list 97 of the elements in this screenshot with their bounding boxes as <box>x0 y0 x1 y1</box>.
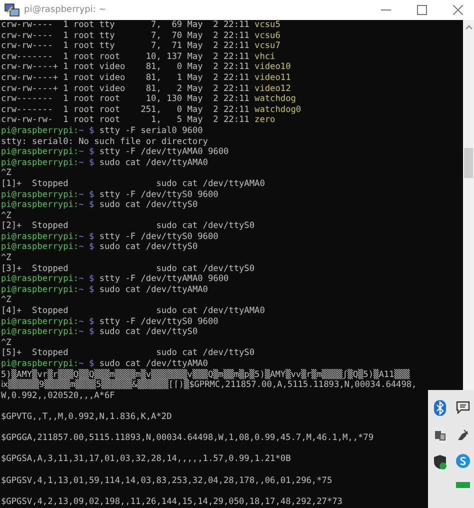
terminal-line: $GPGSV,4,1,13,01,59,114,14,03,83,253,32,04,28,178,,06,01,296,*75 <box>1 476 332 486</box>
prompt-path: ~ <box>78 359 84 369</box>
terminal-line: crw------- 1 root root 10, 130 May 2 22:11 <box>1 94 250 104</box>
terminal-line: ^Z <box>1 295 12 306</box>
prompt-user: pi@raspberrypi: <box>1 200 79 210</box>
prompt-path: ~ <box>78 190 84 200</box>
prompt-path: ~ <box>78 242 84 252</box>
prompt-symbol: $ <box>88 274 94 284</box>
file-name: zero <box>254 115 276 126</box>
terminal-line: $GPGSV,4,2,13,09,02,198,,11,26,144,15,14,29,050,18,17,48,292,27*73 <box>1 496 342 507</box>
prompt-path: ~ <box>78 232 84 242</box>
command-text: stty -F /dev/ttyAMA0 9600 <box>99 274 229 284</box>
prompt-symbol: $ <box>88 242 94 252</box>
shield-icon[interactable] <box>432 454 446 470</box>
window-title: pi@raspberrypi: ~ <box>24 5 106 15</box>
command-text: stty -F /dev/ttyS0 9600 <box>99 316 218 327</box>
prompt-path: ~ <box>78 327 84 338</box>
prompt-symbol: $ <box>88 232 94 242</box>
file-name: watchdog0 <box>254 104 302 115</box>
command-text: stty -F serial0 9600 <box>99 126 203 136</box>
terminal-line: [4]+ Stopped sudo cat /dev/ttyAMA0 <box>1 306 265 316</box>
prompt-user: pi@raspberrypi: <box>1 359 79 369</box>
file-name: vcsu5 <box>254 20 280 30</box>
command-text: sudo cat /dev/ttyAMA0 <box>99 158 208 168</box>
prompt-symbol: $ <box>88 327 94 338</box>
file-name: video11 <box>254 72 291 83</box>
command-text: sudo cat /dev/ttyS0 <box>99 327 198 338</box>
file-name: watchdog <box>254 94 296 104</box>
maximize-icon[interactable] <box>417 5 427 15</box>
prompt-path: ~ <box>78 126 84 136</box>
prompt-user: pi@raspberrypi: <box>1 242 79 252</box>
prompt-user: pi@raspberrypi: <box>1 316 79 327</box>
command-text: sudo cat /dev/ttyS0 <box>99 200 198 210</box>
terminal-line: 5)▒AMY▒vr▒r▒▒▒Q▒▒Q▒▒▒m▒▒▒▒m▒v▒▒▒▒▒▒▒v▒▒▒Q▒m▒▒m▒p▒5)▒AMY▒vv▒r▒m▒▒▒▒ʃ▒Q▒5)▒A11▒▒▒ <box>1 370 410 380</box>
terminal-line: $GPGGA,211857.00,5115.11893,N,00034.64498,W,1,08,0.99,45.7,M,46.1,M,,*79 <box>1 433 374 444</box>
file-name: vhci <box>254 52 276 62</box>
terminal-line: ^Z <box>1 253 12 264</box>
prompt-symbol: $ <box>88 359 94 369</box>
terminal-line: crw-rw----+ 1 root video 81, 0 May 2 22:11 <box>1 62 250 72</box>
terminal-line: [2]+ Stopped sudo cat /dev/ttyS0 <box>1 221 255 232</box>
file-name: vcsu6 <box>254 30 280 41</box>
terminal-line: ⅸ▒▒▒▒▒▒9▒▒▒▒▒m▒▒▒▒5▒▒▒▒▒▒&▒▒▒▒▒▒[⌈)▒$GPRMC,211857.00,A,5115.11893,N,00034.64498, <box>1 380 417 390</box>
terminal-line: ^Z <box>1 338 12 348</box>
terminal-line: $GPGSA,A,3,11,31,17,01,03,32,28,14,,,,,1.57,0.99,1.21*0B <box>1 454 291 464</box>
prompt-user: pi@raspberrypi: <box>1 126 79 136</box>
terminal-line: $GPVTG,,T,,M,0.992,N,1.836,K,A*2D <box>1 412 172 422</box>
prompt-user: pi@raspberrypi: <box>1 147 79 158</box>
prompt-path: ~ <box>78 274 84 284</box>
terminal-line: crw-rw-rw- 1 root root 1, 5 May 2 22:11 <box>1 115 250 126</box>
prompt-symbol: $ <box>88 316 94 327</box>
prompt-symbol: $ <box>88 147 94 158</box>
file-name: video12 <box>254 84 291 94</box>
command-text: sudo cat /dev/ttyS0 <box>99 242 198 252</box>
terminal-line: crw-rw----+ 1 root video 81, 2 May 2 22:11 <box>1 84 250 94</box>
terminal-line: [1]+ Stopped sudo cat /dev/ttyAMA0 <box>1 178 265 189</box>
prompt-symbol: $ <box>88 284 94 295</box>
prompt-symbol: $ <box>88 200 94 210</box>
prompt-user: pi@raspberrypi: <box>1 232 79 242</box>
prompt-path: ~ <box>78 158 84 168</box>
file-name: video10 <box>254 62 291 72</box>
scroll-up-icon[interactable] <box>464 24 472 30</box>
file-name: vcsu7 <box>254 41 280 52</box>
message-icon[interactable] <box>456 400 470 414</box>
prompt-user: pi@raspberrypi: <box>1 274 79 284</box>
computer-icon <box>4 3 20 17</box>
prompt-path: ~ <box>78 200 84 210</box>
prompt-user: pi@raspberrypi: <box>1 327 79 338</box>
devices-icon[interactable] <box>432 428 446 442</box>
command-text: sudo cat /dev/ttyAMA0 <box>99 359 208 369</box>
prompt-symbol: $ <box>88 158 94 168</box>
prompt-user: pi@raspberrypi: <box>1 284 79 295</box>
prompt-symbol: $ <box>88 190 94 200</box>
terminal-line: W,0.992,,020520,,,A*6F <box>1 390 115 401</box>
command-text: stty -F /dev/ttyS0 9600 <box>99 232 218 242</box>
terminal-line: ^Z <box>1 168 12 178</box>
terminal-line: crw------- 1 root root 10, 137 May 2 22:11 <box>1 52 250 62</box>
terminal-line: crw------- 1 root root 251, 0 May 2 22:11 <box>1 104 250 115</box>
command-text: sudo cat /dev/ttyAMA0 <box>99 284 208 295</box>
command-text: stty -F /dev/ttyAMA0 9600 <box>99 147 229 158</box>
terminal-line: crw-rw---- 1 root tty 7, 69 May 2 22:11 <box>1 20 250 30</box>
prompt-symbol: $ <box>88 126 94 136</box>
close-icon[interactable] <box>453 5 463 15</box>
prompt-user: pi@raspberrypi: <box>1 158 79 168</box>
terminal-line: [3]+ Stopped sudo cat /dev/ttyS0 <box>1 264 255 274</box>
prompt-path: ~ <box>78 316 84 327</box>
scroll-thumb[interactable] <box>464 148 473 178</box>
prompt-user: pi@raspberrypi: <box>1 190 79 200</box>
terminal-line: crw-rw---- 1 root tty 7, 70 May 2 22:11 <box>1 30 250 41</box>
terminal-line: [5]+ Stopped sudo cat /dev/ttyS0 <box>1 348 255 358</box>
command-text: stty -F /dev/ttyS0 9600 <box>99 190 218 200</box>
prompt-path: ~ <box>78 284 84 295</box>
bluetooth-icon[interactable] <box>432 400 446 416</box>
terminal-line: crw-rw---- 1 root tty 7, 71 May 2 22:11 <box>1 41 250 52</box>
terminal-line: ^Z <box>1 210 12 221</box>
prompt-path: ~ <box>78 147 84 158</box>
terminal-line: crw-rw----+ 1 root video 81, 1 May 2 22:11 <box>1 72 250 83</box>
terminal-line: stty: serial0: No such file or directory <box>1 136 208 147</box>
